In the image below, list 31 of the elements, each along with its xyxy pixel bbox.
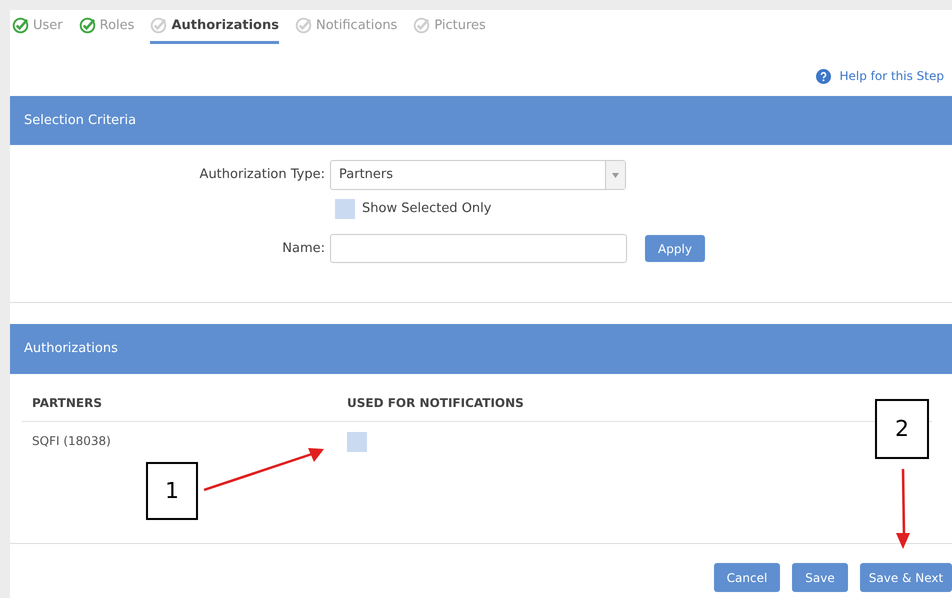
check-icon: [78, 17, 96, 34]
type-dropdown[interactable]: Partners: [330, 160, 626, 190]
check-icon: [150, 17, 168, 34]
step-tab[interactable]: Pictures: [413, 16, 486, 44]
column-header: USED FOR NOTIFICATIONS: [346, 395, 524, 412]
check-icon: [294, 17, 312, 34]
step-tab[interactable]: Notifications: [294, 16, 398, 44]
field-label: Name:: [281, 240, 326, 258]
apply-button[interactable]: Apply: [645, 235, 705, 262]
help-link[interactable]: Help for this Step: [839, 67, 944, 85]
help-icon: [816, 68, 832, 84]
step-tab[interactable]: User: [12, 16, 63, 44]
checkbox-label: Show Selected Only: [362, 200, 492, 218]
step-tab[interactable]: Authorizations: [150, 16, 279, 44]
action-button[interactable]: Save & Next: [860, 563, 952, 592]
section-header: Authorizations: [10, 324, 952, 374]
caret-icon: [612, 172, 619, 178]
action-button[interactable]: Cancel: [714, 563, 780, 592]
callout-box: 1: [146, 462, 198, 520]
name-field[interactable]: [330, 234, 627, 263]
checkbox[interactable]: [335, 199, 355, 219]
action-button[interactable]: Save: [792, 563, 848, 592]
step-tab[interactable]: Roles: [78, 16, 134, 44]
column-header: PARTNERS: [31, 395, 103, 412]
check-icon: [12, 17, 29, 34]
section-header: Selection Criteria: [10, 96, 952, 145]
field-label: Authorization Type:: [198, 166, 326, 184]
check-icon: [413, 17, 430, 34]
callout-box: 2: [875, 399, 929, 459]
table-cell-text: SQFI (18038): [31, 433, 112, 450]
checkbox[interactable]: [347, 432, 367, 452]
